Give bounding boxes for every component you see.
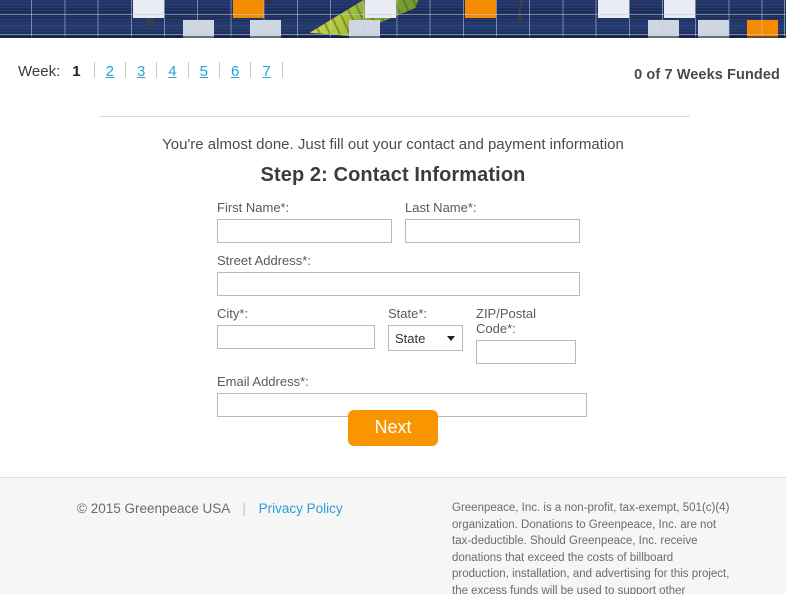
submit-row: Next	[0, 410, 786, 446]
street-address-label: Street Address*:	[217, 253, 311, 268]
week-item-4[interactable]: 4	[168, 63, 176, 80]
first-name-label: First Name*:	[217, 200, 290, 215]
name-row: First Name*: Last Name*:	[217, 200, 587, 243]
state-select-value: State	[395, 330, 426, 346]
week-item-6[interactable]: 6	[231, 63, 239, 80]
zip-input[interactable]	[476, 340, 576, 364]
last-name-input[interactable]	[405, 219, 580, 243]
footer-separator: |	[242, 501, 246, 516]
panel-grid-lines	[0, 0, 786, 38]
first-name-input[interactable]	[217, 219, 392, 243]
state-group: State*: State	[388, 306, 463, 364]
chevron-down-icon	[447, 336, 455, 341]
city-state-zip-row: City*: State*: State ZIP/Postal Code*:	[217, 306, 587, 364]
week-item-5[interactable]: 5	[200, 63, 208, 80]
week-label: Week:	[18, 63, 61, 80]
week-divider	[218, 62, 220, 78]
next-button[interactable]: Next	[348, 410, 438, 446]
zip-label: ZIP/Postal Code*:	[476, 306, 536, 336]
footer-legal-line: © 2015 Greenpeace USA | Privacy Policy	[77, 501, 343, 516]
week-item-2[interactable]: 2	[106, 63, 114, 80]
street-address-input[interactable]	[217, 272, 580, 296]
page-root: Week: 1 2 3 4 5 6 7 0 of 7 Weeks Funded …	[0, 0, 786, 594]
last-name-label: Last Name*:	[405, 200, 477, 215]
page-title: Step 2: Contact Information	[260, 164, 526, 186]
privacy-policy-link[interactable]: Privacy Policy	[259, 501, 343, 516]
week-divider	[156, 62, 158, 78]
week-navigation-bar: Week: 1 2 3 4 5 6 7 0 of 7 Weeks Funded	[0, 60, 786, 94]
first-name-group: First Name*:	[217, 200, 392, 243]
week-item-7[interactable]: 7	[262, 63, 270, 80]
state-select[interactable]: State	[388, 325, 463, 351]
street-address-group: Street Address*:	[217, 253, 580, 296]
week-divider	[281, 62, 283, 78]
banner-bottom-edge	[0, 36, 786, 38]
week-divider	[93, 62, 95, 78]
copyright-text: © 2015 Greenpeace USA	[77, 501, 230, 516]
city-label: City*:	[217, 306, 249, 321]
intro-text: You're almost done. Just fill out your c…	[162, 136, 624, 153]
page-footer: © 2015 Greenpeace USA | Privacy Policy G…	[0, 478, 786, 594]
content-top-divider	[99, 116, 690, 117]
week-selector: Week: 1 2 3 4 5 6 7	[18, 60, 294, 94]
week-divider	[124, 62, 126, 78]
city-input[interactable]	[217, 325, 375, 349]
weeks-funded-status: 0 of 7 Weeks Funded	[634, 67, 780, 83]
zip-group: ZIP/Postal Code*:	[476, 306, 576, 364]
footer-disclaimer: Greenpeace, Inc. is a non-profit, tax-ex…	[452, 502, 730, 594]
week-divider	[187, 62, 189, 78]
last-name-group: Last Name*:	[405, 200, 580, 243]
week-item-current[interactable]: 1	[70, 63, 82, 80]
week-divider	[250, 62, 252, 78]
state-label: State*:	[388, 306, 428, 321]
email-label: Email Address*:	[217, 374, 309, 389]
contact-information-form: First Name*: Last Name*: Street Address*…	[217, 200, 587, 417]
city-group: City*:	[217, 306, 375, 364]
week-item-3[interactable]: 3	[137, 63, 145, 80]
solar-panel-banner	[0, 0, 786, 38]
